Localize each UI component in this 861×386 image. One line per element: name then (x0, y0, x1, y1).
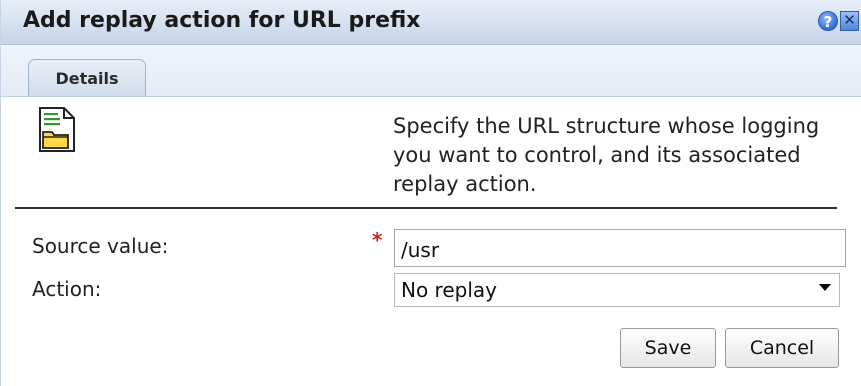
dialog-titlebar[interactable]: Add replay action for URL prefix ? ✕ (1, 0, 861, 45)
close-icon[interactable]: ✕ (840, 11, 859, 31)
action-label: Action: (32, 277, 102, 301)
document-folder-icon (39, 107, 75, 152)
tab-details-label: Details (55, 69, 119, 88)
dialog-title: Add replay action for URL prefix (23, 8, 421, 33)
source-value-label: Source value: (32, 234, 169, 258)
save-button[interactable]: Save (620, 328, 716, 368)
required-marker: * (372, 228, 383, 252)
help-icon[interactable]: ? (818, 11, 838, 31)
action-select[interactable]: No replay (394, 273, 840, 307)
cancel-button[interactable]: Cancel (725, 328, 839, 368)
details-description: Specify the URL structure whose logging … (393, 114, 820, 196)
tab-content-border (1, 96, 861, 97)
chevron-down-icon[interactable] (819, 284, 831, 291)
source-value-input[interactable] (394, 229, 846, 267)
tab-details[interactable]: Details (28, 59, 146, 97)
tab-strip: Details (1, 45, 861, 97)
action-select-value: No replay (401, 278, 497, 302)
form-separator (15, 207, 837, 209)
dialog: Add replay action for URL prefix ? ✕ Det… (0, 0, 861, 386)
